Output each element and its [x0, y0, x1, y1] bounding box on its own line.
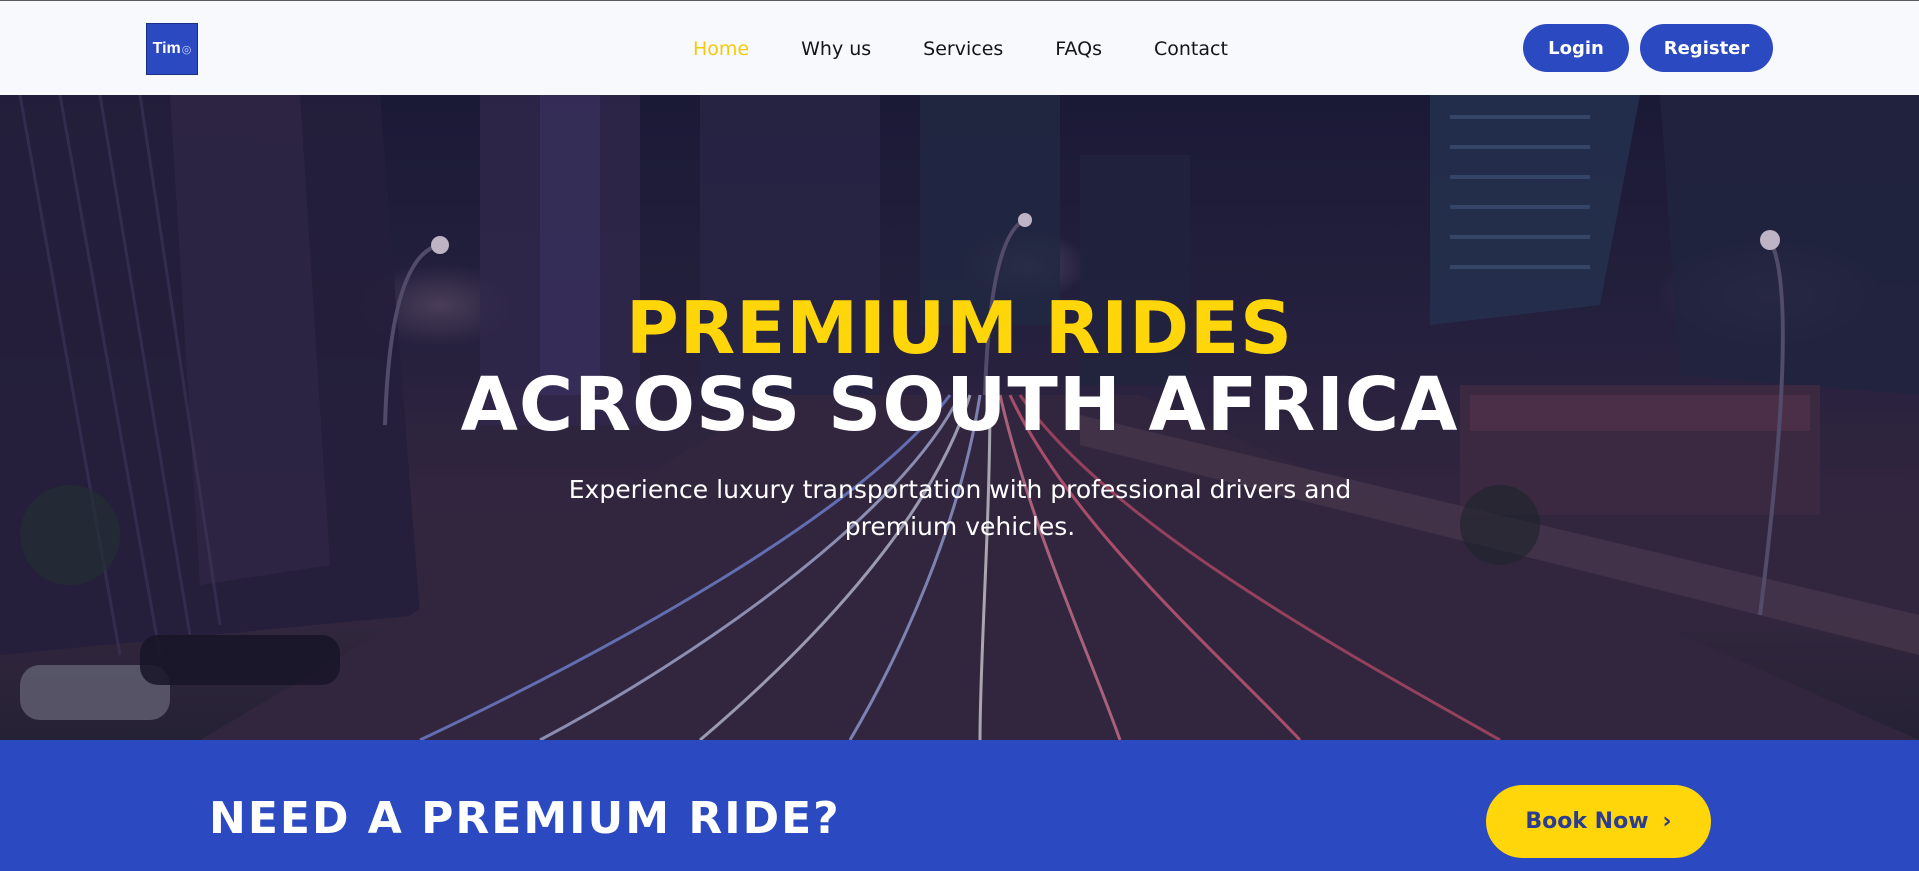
- book-now-button[interactable]: Book Now ›: [1486, 785, 1711, 858]
- hero-content: PREMIUM RIDES ACROSS SOUTH AFRICA Experi…: [0, 95, 1919, 740]
- hero-title: ACROSS SOUTH AFRICA: [460, 362, 1459, 448]
- logo[interactable]: Tim ◎: [146, 23, 198, 75]
- hero-section: PREMIUM RIDES ACROSS SOUTH AFRICA Experi…: [0, 95, 1919, 740]
- main-nav: Home Why us Services FAQs Contact: [693, 1, 1228, 96]
- nav-home[interactable]: Home: [693, 38, 749, 60]
- logo-mark-icon: ◎: [181, 43, 192, 56]
- cta-band: NEED A PREMIUM RIDE? Book Now ›: [0, 740, 1919, 871]
- register-button[interactable]: Register: [1640, 24, 1773, 72]
- site-header: Tim ◎ Home Why us Services FAQs Contact L…: [0, 0, 1919, 95]
- cta-title: NEED A PREMIUM RIDE?: [209, 793, 841, 844]
- hero-subtitle: Experience luxury transportation with pr…: [568, 475, 1352, 541]
- auth-buttons: Login Register: [1523, 24, 1773, 72]
- nav-services[interactable]: Services: [923, 38, 1003, 60]
- nav-why-us[interactable]: Why us: [801, 38, 871, 60]
- book-now-label: Book Now: [1525, 809, 1649, 834]
- nav-contact[interactable]: Contact: [1154, 38, 1228, 60]
- chevron-right-icon: ›: [1662, 809, 1672, 834]
- hero-title-highlight: PREMIUM RIDES: [625, 286, 1294, 370]
- nav-faqs[interactable]: FAQs: [1055, 38, 1102, 60]
- login-button[interactable]: Login: [1523, 24, 1629, 72]
- logo-text: Tim: [152, 40, 181, 57]
